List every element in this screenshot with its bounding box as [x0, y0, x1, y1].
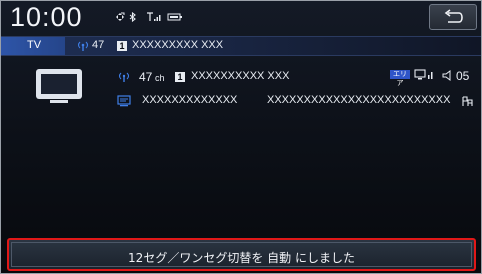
detail-remote-number: 1	[175, 72, 185, 82]
speaker-icon	[442, 70, 451, 81]
detail-channel-unit: ch	[155, 73, 165, 83]
program-title: XXXXXXXXXXXXX	[142, 94, 238, 106]
signal-icon	[147, 12, 161, 21]
status-bar: 10:00	[1, 1, 481, 35]
tv-icon	[36, 69, 82, 103]
station-bar-remote-number: 1	[117, 41, 127, 51]
detail-channel: 47	[139, 70, 153, 84]
detail-station-name: XXXXXXXXXX XXX	[191, 70, 290, 82]
bluetooth-icon	[129, 12, 136, 22]
program-info-icon	[462, 96, 473, 106]
clock: 10:00	[10, 2, 83, 32]
antenna-icon	[118, 72, 130, 82]
source-label: TV	[27, 39, 42, 51]
station-bar-station-name: XXXXXXXXX XXX	[132, 39, 224, 51]
reception-icon	[414, 69, 433, 80]
message-text: 12セグ／ワンセグ切替を 自動 にしました	[128, 251, 355, 265]
area-badge: エリア	[390, 70, 410, 87]
program-guide-icon	[117, 95, 131, 107]
volume-level: 05	[456, 69, 470, 83]
battery-icon	[167, 13, 182, 21]
antenna-icon	[77, 41, 89, 51]
source-tab[interactable]: TV	[1, 37, 65, 55]
message-bar: 12セグ／ワンセグ切替を 自動 にしました	[7, 238, 476, 271]
station-bar-channel: 47	[92, 39, 105, 51]
program-detail: XXXXXXXXXXXXXXXXXXXXXXXXX	[267, 94, 451, 106]
back-button[interactable]	[429, 4, 477, 30]
back-arrow-icon	[444, 9, 463, 23]
tv-screen: 10:00 TV 47 1 XXXXXXXXX XXX 47 ch 1 XXXX…	[0, 0, 482, 274]
station-bar: TV 47 1 XXXXXXXXX XXX	[1, 36, 481, 56]
gps-icon	[116, 12, 125, 21]
message-panel: 12セグ／ワンセグ切替を 自動 にしました	[11, 242, 472, 267]
